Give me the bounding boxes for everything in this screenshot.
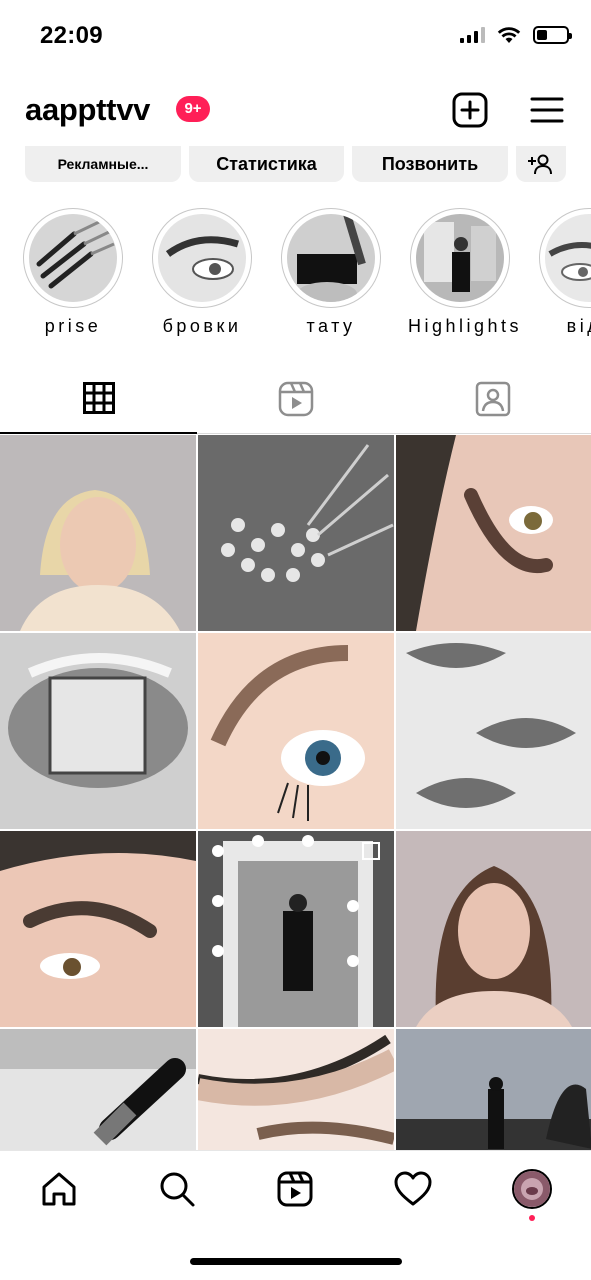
highlight-item[interactable]: Highlights — [408, 208, 523, 337]
highlight-label: тату — [306, 316, 356, 336]
tab-tagged[interactable] — [394, 364, 591, 434]
post-thumbnail[interactable] — [0, 1029, 196, 1150]
highlight-cover — [545, 214, 591, 302]
home-indicator — [190, 1258, 402, 1265]
battery-icon — [533, 26, 572, 44]
wifi-icon — [497, 27, 521, 43]
search-icon — [160, 1172, 195, 1207]
add-person-button[interactable] — [516, 146, 566, 182]
highlight-cover — [416, 214, 504, 302]
cellular-signal-icon — [460, 27, 485, 43]
heart-icon — [394, 1171, 432, 1206]
profile-actions: Рекламные... Статистика Позвонить — [0, 146, 591, 182]
nav-reels[interactable] — [273, 1167, 317, 1211]
post-grid — [0, 435, 591, 1150]
post-thumbnail[interactable] — [396, 1029, 591, 1150]
post-thumbnail[interactable] — [198, 633, 394, 829]
status-bar: 22:09 — [0, 0, 591, 72]
highlight-item[interactable]: бровки — [150, 208, 254, 337]
story-highlights: prise бровки тату Highlights ві — [0, 208, 591, 348]
highlight-item[interactable]: відг — [537, 208, 591, 337]
profile-header: aappttvv 9+ — [0, 84, 591, 136]
highlight-cover — [29, 214, 117, 302]
notification-badge[interactable]: 9+ — [176, 96, 210, 122]
menu-button[interactable] — [527, 90, 567, 130]
post-thumbnail[interactable] — [396, 435, 591, 631]
tagged-icon — [475, 381, 510, 417]
status-icons — [460, 26, 572, 44]
home-icon — [42, 1172, 76, 1206]
profile-avatar — [512, 1169, 552, 1209]
highlight-cover — [287, 214, 375, 302]
highlight-cover — [158, 214, 246, 302]
notification-dot — [529, 1215, 535, 1221]
post-thumbnail[interactable] — [396, 633, 591, 829]
statistics-button[interactable]: Статистика — [189, 146, 344, 182]
highlight-label: prise — [44, 316, 102, 336]
nav-home[interactable] — [37, 1167, 81, 1211]
post-thumbnail[interactable] — [0, 633, 196, 829]
highlight-label: Highlights — [408, 316, 523, 336]
bottom-navigation — [0, 1150, 591, 1230]
hamburger-menu-icon — [530, 97, 564, 123]
post-thumbnail[interactable] — [198, 831, 394, 1027]
highlight-item[interactable]: тату — [279, 208, 383, 337]
profile-tabs — [0, 364, 591, 434]
call-button[interactable]: Позвонить — [352, 146, 508, 182]
highlight-item[interactable]: prise — [21, 208, 125, 337]
post-thumbnail[interactable] — [198, 1029, 394, 1150]
post-thumbnail[interactable] — [396, 831, 591, 1027]
post-thumbnail[interactable] — [0, 435, 196, 631]
ads-button[interactable]: Рекламные... — [25, 146, 181, 182]
highlight-label: відг — [566, 316, 591, 336]
add-person-icon — [528, 154, 552, 175]
post-thumbnail[interactable] — [198, 435, 394, 631]
reels-icon — [277, 1171, 313, 1207]
tab-grid[interactable] — [0, 364, 197, 434]
grid-icon — [82, 382, 115, 414]
post-thumbnail[interactable] — [0, 831, 196, 1027]
reels-icon — [278, 381, 313, 417]
profile-username[interactable]: aappttvv — [25, 92, 150, 128]
nav-search[interactable] — [155, 1167, 199, 1211]
nav-profile[interactable] — [510, 1167, 554, 1211]
nav-activity[interactable] — [391, 1167, 435, 1211]
status-time: 22:09 — [40, 22, 103, 49]
create-button[interactable] — [450, 90, 490, 130]
tab-reels[interactable] — [197, 364, 394, 434]
highlight-label: бровки — [162, 316, 242, 336]
plus-square-icon — [452, 92, 488, 128]
